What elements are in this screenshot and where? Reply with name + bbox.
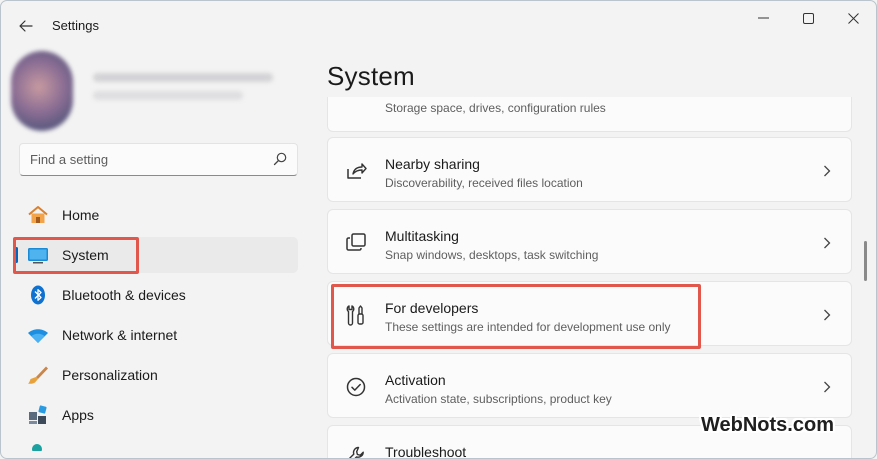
card-subtitle: These settings are intended for developm… xyxy=(385,320,671,334)
minimize-button[interactable] xyxy=(741,1,785,35)
chevron-right-icon xyxy=(824,309,831,321)
search-icon[interactable] xyxy=(273,152,287,166)
back-button[interactable] xyxy=(13,13,39,39)
card-subtitle: Discoverability, received files location xyxy=(385,176,583,190)
profile-name-blurred xyxy=(93,73,273,82)
share-icon xyxy=(347,163,367,179)
minimize-icon xyxy=(757,17,769,19)
chevron-right-icon xyxy=(824,237,831,249)
sidebar-item-label: Personalization xyxy=(62,367,158,383)
maximize-icon xyxy=(802,12,814,24)
settings-card-nearby-sharing[interactable]: Nearby sharing Discoverability, received… xyxy=(327,137,852,202)
card-subtitle: Storage space, drives, configuration rul… xyxy=(385,101,606,115)
developer-tools-icon xyxy=(346,305,364,326)
card-title: Multitasking xyxy=(385,228,459,244)
settings-card-for-developers[interactable]: For developers These settings are intend… xyxy=(327,281,852,346)
bluetooth-icon xyxy=(31,285,45,305)
multitasking-icon xyxy=(346,233,366,251)
card-subtitle: Snap windows, desktops, task switching xyxy=(385,248,599,262)
brush-icon xyxy=(28,366,48,384)
settings-window: Settings Home System Bluetooth & devices… xyxy=(0,0,877,459)
card-subtitle: Activation state, subscriptions, product… xyxy=(385,392,612,406)
sidebar-item-network-internet[interactable]: Network & internet xyxy=(15,317,298,353)
card-title: Nearby sharing xyxy=(385,156,480,172)
sidebar-item-label: System xyxy=(62,247,109,263)
maximize-button[interactable] xyxy=(786,1,830,35)
settings-card-storage[interactable]: Storage space, drives, configuration rul… xyxy=(327,97,852,132)
close-button[interactable] xyxy=(831,1,875,35)
title-bar: Settings xyxy=(1,1,876,47)
card-title: For developers xyxy=(385,300,479,316)
close-icon xyxy=(847,12,859,24)
wifi-icon xyxy=(28,329,48,343)
home-icon xyxy=(28,206,48,223)
scrollbar-thumb[interactable] xyxy=(864,241,867,281)
back-arrow-icon xyxy=(19,20,33,32)
wrench-icon xyxy=(348,446,364,458)
activation-check-icon xyxy=(346,377,366,397)
search-box[interactable] xyxy=(19,143,298,176)
sidebar-item-label: Home xyxy=(62,207,100,223)
sidebar-item-label: Bluetooth & devices xyxy=(62,287,186,303)
search-input[interactable] xyxy=(20,144,260,175)
card-title: Activation xyxy=(385,372,446,388)
sidebar-item-system[interactable]: System xyxy=(15,237,298,273)
sidebar-item-label: Apps xyxy=(62,407,94,423)
sidebar-item-home[interactable]: Home xyxy=(15,197,298,233)
sidebar-item-personalization[interactable]: Personalization xyxy=(15,357,298,393)
settings-card-multitasking[interactable]: Multitasking Snap windows, desktops, tas… xyxy=(327,209,852,274)
app-title: Settings xyxy=(52,18,99,33)
apps-icon xyxy=(29,405,47,424)
settings-card-activation[interactable]: Activation Activation state, subscriptio… xyxy=(327,353,852,418)
sidebar-item-label: Network & internet xyxy=(62,327,178,343)
sidebar-item-bluetooth-devices[interactable]: Bluetooth & devices xyxy=(15,277,298,313)
chevron-right-icon xyxy=(824,381,831,393)
watermark: WebNots.com xyxy=(701,414,834,436)
accounts-icon-partial xyxy=(32,444,42,451)
active-indicator xyxy=(15,247,18,263)
sidebar-item-apps[interactable]: Apps xyxy=(15,397,298,433)
card-title: Troubleshoot xyxy=(385,444,467,459)
page-title: System xyxy=(327,61,415,91)
system-icon xyxy=(28,248,48,264)
avatar[interactable] xyxy=(11,51,73,131)
profile-email-blurred xyxy=(93,91,243,100)
chevron-right-icon xyxy=(824,165,831,177)
